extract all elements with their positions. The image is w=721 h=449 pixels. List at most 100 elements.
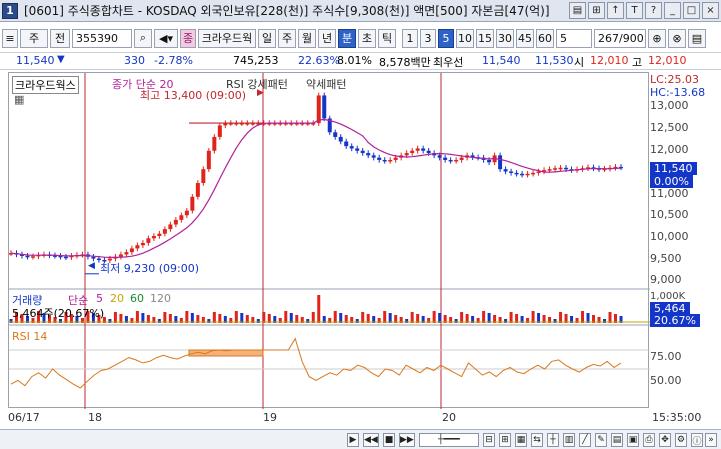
sound-icon[interactable]: ◀▾: [154, 28, 178, 48]
interval-60[interactable]: 60: [536, 28, 554, 48]
period-month[interactable]: 월: [298, 28, 316, 48]
more-icon[interactable]: »: [705, 433, 717, 447]
quote-high: 12,010: [648, 54, 687, 67]
layout-icon[interactable]: ▤: [688, 28, 706, 48]
quote-bid: 11,530: [535, 54, 574, 67]
candle-body: [91, 256, 96, 259]
stock-tag: 종: [180, 28, 196, 48]
prev-button[interactable]: 전: [50, 28, 70, 48]
period-minute[interactable]: 분: [338, 28, 356, 48]
pin-icon[interactable]: ↑: [607, 2, 624, 19]
volume-bar: [317, 295, 321, 323]
y-tick-9500: 9,500: [650, 252, 682, 265]
last-price-badge: 11,540: [650, 162, 697, 175]
add-tool-icon[interactable]: ⊕: [648, 28, 666, 48]
volume-bar: [361, 312, 365, 323]
pan-icon[interactable]: ✥: [659, 433, 671, 447]
table-icon[interactable]: ▤: [611, 433, 623, 447]
help-icon[interactable]: ?: [645, 2, 662, 19]
first-icon[interactable]: ▶: [347, 433, 359, 447]
remove-tool-icon[interactable]: ⊗: [668, 28, 686, 48]
candle-body: [146, 238, 151, 243]
period-tick[interactable]: 틱: [378, 28, 396, 48]
text-icon[interactable]: T: [626, 2, 643, 19]
chart-area[interactable]: [8, 72, 650, 409]
count-input[interactable]: 267/900: [594, 28, 646, 48]
interval-1[interactable]: 1: [402, 28, 418, 48]
date-label-0617: 06/17: [8, 411, 40, 424]
type-select[interactable]: 주: [20, 28, 48, 48]
stock-code-input[interactable]: 355390: [72, 28, 132, 48]
candle-body: [201, 169, 206, 183]
interval-10[interactable]: 10: [456, 28, 474, 48]
list-icon[interactable]: ▤: [569, 2, 586, 19]
candle-body: [371, 155, 376, 158]
forward-icon[interactable]: ▶▶: [399, 433, 415, 447]
candle-body: [212, 136, 217, 151]
date-axis: 06/17 18 19 20 15:35:00: [8, 408, 721, 426]
scroll-slider[interactable]: ┼━━━: [419, 433, 479, 447]
date-label-20: 20: [442, 411, 456, 424]
legend-weak-pattern[interactable]: 약세패턴: [306, 76, 346, 92]
candle-body: [217, 125, 222, 137]
y-tick-10500: 10,500: [650, 208, 689, 221]
settings-icon[interactable]: ⚙: [675, 433, 687, 447]
maximize-button[interactable]: □: [683, 2, 700, 19]
period-week[interactable]: 주: [278, 28, 296, 48]
volume-bar: [410, 312, 414, 323]
legend-stock-name[interactable]: 크라우드웍스: [12, 76, 79, 94]
volume-bar: [559, 312, 563, 323]
volume-bar: [608, 312, 612, 323]
candle-body: [355, 148, 360, 151]
period-day[interactable]: 일: [258, 28, 276, 48]
print-icon[interactable]: ⎙: [643, 433, 655, 447]
rsi-label[interactable]: RSI 14: [12, 330, 47, 343]
toolbar: ≡ 주 전 355390 ⌕ ◀▾ 종 크라우드웍 일 주 월 년 분 초 틱 …: [0, 27, 721, 49]
candle-body: [338, 136, 343, 142]
compare-icon[interactable]: ⇆: [531, 433, 543, 447]
grid-toggle-icon[interactable]: ▦: [14, 93, 24, 106]
info-icon[interactable]: ⓘ: [691, 433, 703, 447]
grid-view-icon[interactable]: ▦: [515, 433, 527, 447]
line-icon[interactable]: ╱: [579, 433, 591, 447]
rsi-line: [10, 337, 622, 389]
window-title: [0601] 주식종합차트 - KOSDAQ 외국인보유[228(천)] 주식수…: [24, 4, 550, 18]
menu-icon[interactable]: ≡: [2, 28, 18, 48]
candle-body: [129, 248, 134, 253]
volume-bar: [383, 311, 387, 323]
interval-45[interactable]: 45: [516, 28, 534, 48]
zoom-in-icon[interactable]: ⊞: [499, 433, 511, 447]
image-icon[interactable]: ▣: [627, 433, 639, 447]
interval-30[interactable]: 30: [496, 28, 514, 48]
drawing-icon[interactable]: ✎: [595, 433, 607, 447]
interval-3[interactable]: 3: [420, 28, 436, 48]
bars-icon[interactable]: ▥: [563, 433, 575, 447]
stop-icon[interactable]: ■: [383, 433, 395, 447]
candle-body: [366, 153, 371, 156]
interval-15[interactable]: 15: [476, 28, 494, 48]
quote-bar: 11,540 ▼ 330 -2.78% 745,253 22.63% 8.01%…: [0, 52, 721, 70]
candle-body: [190, 196, 195, 211]
volume-bar: [163, 312, 167, 323]
y-tick-12500: 12,500: [650, 121, 689, 134]
close-button[interactable]: ×: [702, 2, 719, 19]
candle-body: [514, 172, 519, 175]
quote-price: 11,540: [16, 54, 55, 67]
period-second[interactable]: 초: [358, 28, 376, 48]
window-controls: ▤ ⊞ ↑ T ? _ □ ×: [569, 2, 719, 19]
interval-5[interactable]: 5: [438, 28, 454, 48]
grid-icon[interactable]: ⊞: [588, 2, 605, 19]
interval-select[interactable]: 5: [556, 28, 592, 48]
window-badge: 1: [2, 2, 18, 19]
rewind-icon[interactable]: ◀◀: [363, 433, 379, 447]
candle-body: [520, 173, 525, 176]
minimize-button[interactable]: _: [664, 2, 681, 19]
stock-name[interactable]: 크라우드웍: [198, 28, 256, 48]
zoom-out-icon[interactable]: ⊟: [483, 433, 495, 447]
ruler-icon[interactable]: ┼: [547, 433, 559, 447]
period-year[interactable]: 년: [318, 28, 336, 48]
candle-body: [360, 150, 365, 154]
candle-body: [404, 153, 409, 156]
candle-body: [531, 172, 536, 175]
search-icon[interactable]: ⌕: [134, 28, 152, 48]
